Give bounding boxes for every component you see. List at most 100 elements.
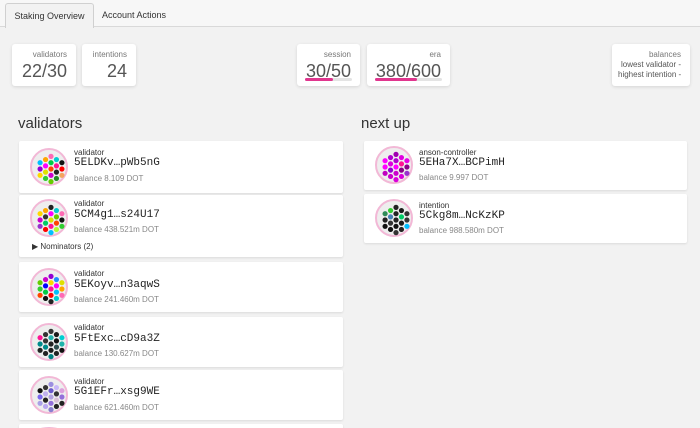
identicon-dot	[53, 289, 60, 295]
identicon-dot	[398, 161, 405, 167]
identicon-dot	[59, 223, 65, 229]
validators-summary-label: validators	[32, 50, 67, 59]
identicon-dot	[59, 166, 65, 172]
next-up-row[interactable]: intention 5Ckg8m…NcKzKP balance 988.580m…	[364, 194, 687, 243]
identicon-dot	[42, 350, 49, 357]
identicon-dot	[393, 204, 399, 210]
identicon-dot	[393, 151, 399, 157]
validator-row[interactable]: validator 5CM4g1…s24U17 balance 438.521m…	[19, 195, 343, 257]
validators-summary-card: validators 22/30	[12, 44, 76, 86]
identicon-dot	[42, 169, 49, 175]
identicon-dot	[398, 207, 405, 214]
nominators-label: Nominators (2)	[40, 242, 94, 251]
identicon-dot	[53, 344, 60, 350]
identicon-dot	[48, 354, 54, 360]
identicon-dot	[382, 164, 388, 170]
identicon-dot	[48, 286, 54, 292]
next-up-heading: next up	[361, 115, 411, 132]
account-address[interactable]: 5EHa7X…BCPimH	[419, 157, 505, 169]
identicon-dot	[393, 158, 399, 164]
validator-row[interactable]	[19, 424, 343, 428]
tab-account-actions[interactable]: Account Actions	[95, 3, 173, 28]
nominators-toggle[interactable]: ▶ Nominators (2)	[32, 242, 93, 251]
identicon-dot	[53, 175, 60, 182]
account-balance: balance 241.460m DOT	[74, 295, 159, 304]
session-progress-bar	[305, 78, 352, 81]
validator-row[interactable]: validator 5FtExc…cD9a3Z balance 130.627m…	[19, 317, 343, 367]
identicon-dot	[398, 173, 405, 180]
identicon-dot	[48, 381, 54, 387]
identicon-dot	[398, 214, 405, 220]
identicon-dot	[404, 217, 410, 223]
identicon-dot	[37, 394, 43, 400]
tab-staking-overview[interactable]: Staking Overview	[5, 3, 94, 28]
account-address[interactable]: 5ELDKv…pWb5nG	[74, 157, 160, 169]
identicon-dot	[37, 388, 43, 394]
identicon-dot	[42, 403, 49, 410]
account-kind-label: validator	[74, 199, 105, 208]
identicon-dot	[404, 158, 410, 164]
identicon-dot	[387, 207, 394, 214]
identicon-dot	[404, 164, 410, 170]
identicon-icon	[375, 146, 413, 184]
identicon-dot	[382, 158, 388, 164]
identicon-dot	[48, 328, 54, 334]
identicon-dot	[48, 407, 54, 413]
account-address[interactable]: 5FtExc…cD9a3Z	[74, 333, 160, 345]
identicon-dot	[398, 167, 405, 173]
identicon-dot	[37, 341, 43, 347]
identicon-dot	[48, 394, 54, 400]
identicon-dot	[404, 223, 410, 229]
identicon-dot	[53, 384, 60, 391]
era-summary-label: era	[429, 50, 441, 59]
account-kind-label: validator	[74, 323, 105, 332]
account-address[interactable]: 5G1EFr…xsg9WE	[74, 386, 160, 398]
validator-row[interactable]: validator 5G1EFr…xsg9WE balance 621.460m…	[19, 370, 343, 420]
account-balance: balance 438.521m DOT	[74, 225, 159, 234]
identicon-dot	[48, 273, 54, 279]
account-balance: balance 988.580m DOT	[419, 226, 504, 235]
session-summary-label: session	[323, 50, 351, 59]
identicon-dot	[53, 220, 60, 226]
identicon-dot	[382, 217, 388, 223]
account-address[interactable]: 5CM4g1…s24U17	[74, 209, 160, 221]
tab-bar: Staking Overview Account Actions	[0, 0, 700, 28]
validator-row[interactable]: validator 5ELDKv…pWb5nG balance 8.109 DO…	[19, 141, 343, 193]
identicon-dot	[393, 211, 399, 217]
identicon-dot	[387, 173, 394, 180]
identicon-dot	[53, 295, 60, 302]
session-summary-card: session 30/50	[297, 44, 360, 86]
identicon-dot	[59, 394, 65, 400]
identicon-dot	[387, 220, 394, 226]
identicon-dot	[42, 283, 49, 289]
identicon-dot	[59, 347, 65, 353]
identicon-dot	[42, 331, 49, 338]
identicon-dot	[37, 223, 43, 229]
identicon-dot	[53, 276, 60, 283]
account-address[interactable]: 5EKoyv…n3aqwS	[74, 279, 160, 291]
identicon-dot	[59, 172, 65, 178]
identicon-dot	[42, 276, 49, 283]
identicon-dot	[53, 163, 60, 169]
identicon-dot	[393, 217, 399, 223]
validator-row[interactable]: validator 5EKoyv…n3aqwS balance 241.460m…	[19, 262, 343, 312]
identicon-dot	[37, 400, 43, 406]
identicon-dot	[53, 397, 60, 403]
identicon-dot	[42, 163, 49, 169]
lowest-validator-text: lowest validator -	[620, 60, 681, 69]
next-up-row[interactable]: anson-controller 5EHa7X…BCPimH balance 9…	[364, 141, 687, 190]
identicon-dot	[37, 286, 43, 292]
account-kind-label: anson-controller	[419, 148, 477, 157]
identicon-dot	[48, 160, 54, 166]
identicon-dot	[48, 179, 54, 185]
identicon-dot	[37, 172, 43, 178]
identicon-dot	[387, 214, 394, 220]
account-balance: balance 621.460m DOT	[74, 403, 159, 412]
identicon-dot	[48, 230, 54, 236]
identicon-dot	[48, 172, 54, 178]
account-address[interactable]: 5Ckg8m…NcKzKP	[419, 210, 505, 222]
identicon-dot	[48, 153, 54, 159]
identicon-dot	[48, 211, 54, 217]
identicon-dot	[48, 341, 54, 347]
identicon-dot	[42, 156, 49, 163]
